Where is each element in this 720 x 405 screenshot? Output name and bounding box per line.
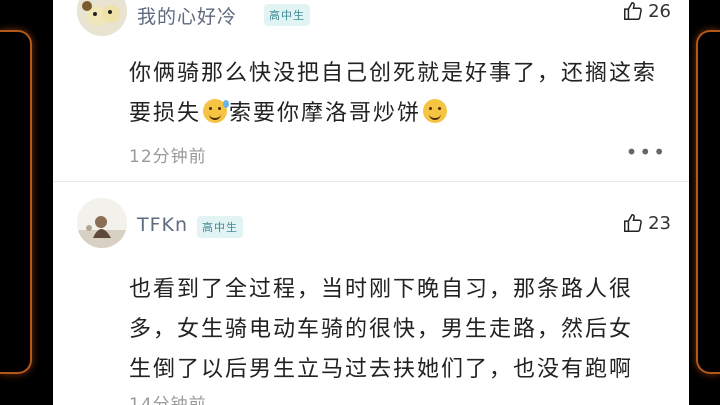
- divider: [53, 181, 689, 182]
- username[interactable]: 我的心好冷: [137, 2, 237, 29]
- comment-text-part2: 索要你摩洛哥炒饼: [229, 101, 422, 126]
- right-edge-glow: [696, 30, 720, 374]
- comment-card: 我的心好冷 高中生 26 你俩骑那么快没把自己创死就是好事了，还搁这索要损失 索要…: [53, 0, 689, 405]
- comment-line: 生倒了以后男生立马过去扶她们了，也没有跑啊: [129, 357, 634, 382]
- grinning-sweat-emoji: [203, 99, 230, 123]
- comment-line: 也看到了全过程，当时刚下晚自习，那条路人很: [129, 277, 634, 302]
- like-button[interactable]: 26: [622, 0, 671, 22]
- like-button[interactable]: 23: [622, 212, 671, 234]
- timestamp: 12分钟前: [129, 147, 207, 167]
- comment-text: 也看到了全过程，当时刚下晚自习，那条路人很 多，女生骑电动车骑的很快，男生走路，…: [129, 270, 669, 390]
- timestamp: 14分钟前: [129, 395, 207, 405]
- more-options-icon[interactable]: •••: [626, 140, 667, 164]
- left-edge-glow: [0, 30, 32, 374]
- thumbs-up-icon: [624, 214, 642, 232]
- like-count: 26: [648, 0, 671, 22]
- thumbs-up-icon: [624, 2, 642, 20]
- comment-text: 你俩骑那么快没把自己创死就是好事了，还搁这索要损失 索要你摩洛哥炒饼: [129, 54, 669, 134]
- grinning-emoji: [423, 99, 448, 123]
- status-badge: 高中生: [197, 216, 243, 238]
- username[interactable]: TFKn: [137, 214, 188, 236]
- like-count: 23: [648, 212, 671, 234]
- comment-line: 多，女生骑电动车骑的很快，男生走路，然后女: [129, 317, 634, 342]
- avatar[interactable]: [77, 0, 127, 36]
- avatar[interactable]: [77, 198, 127, 248]
- status-badge: 高中生: [264, 4, 310, 26]
